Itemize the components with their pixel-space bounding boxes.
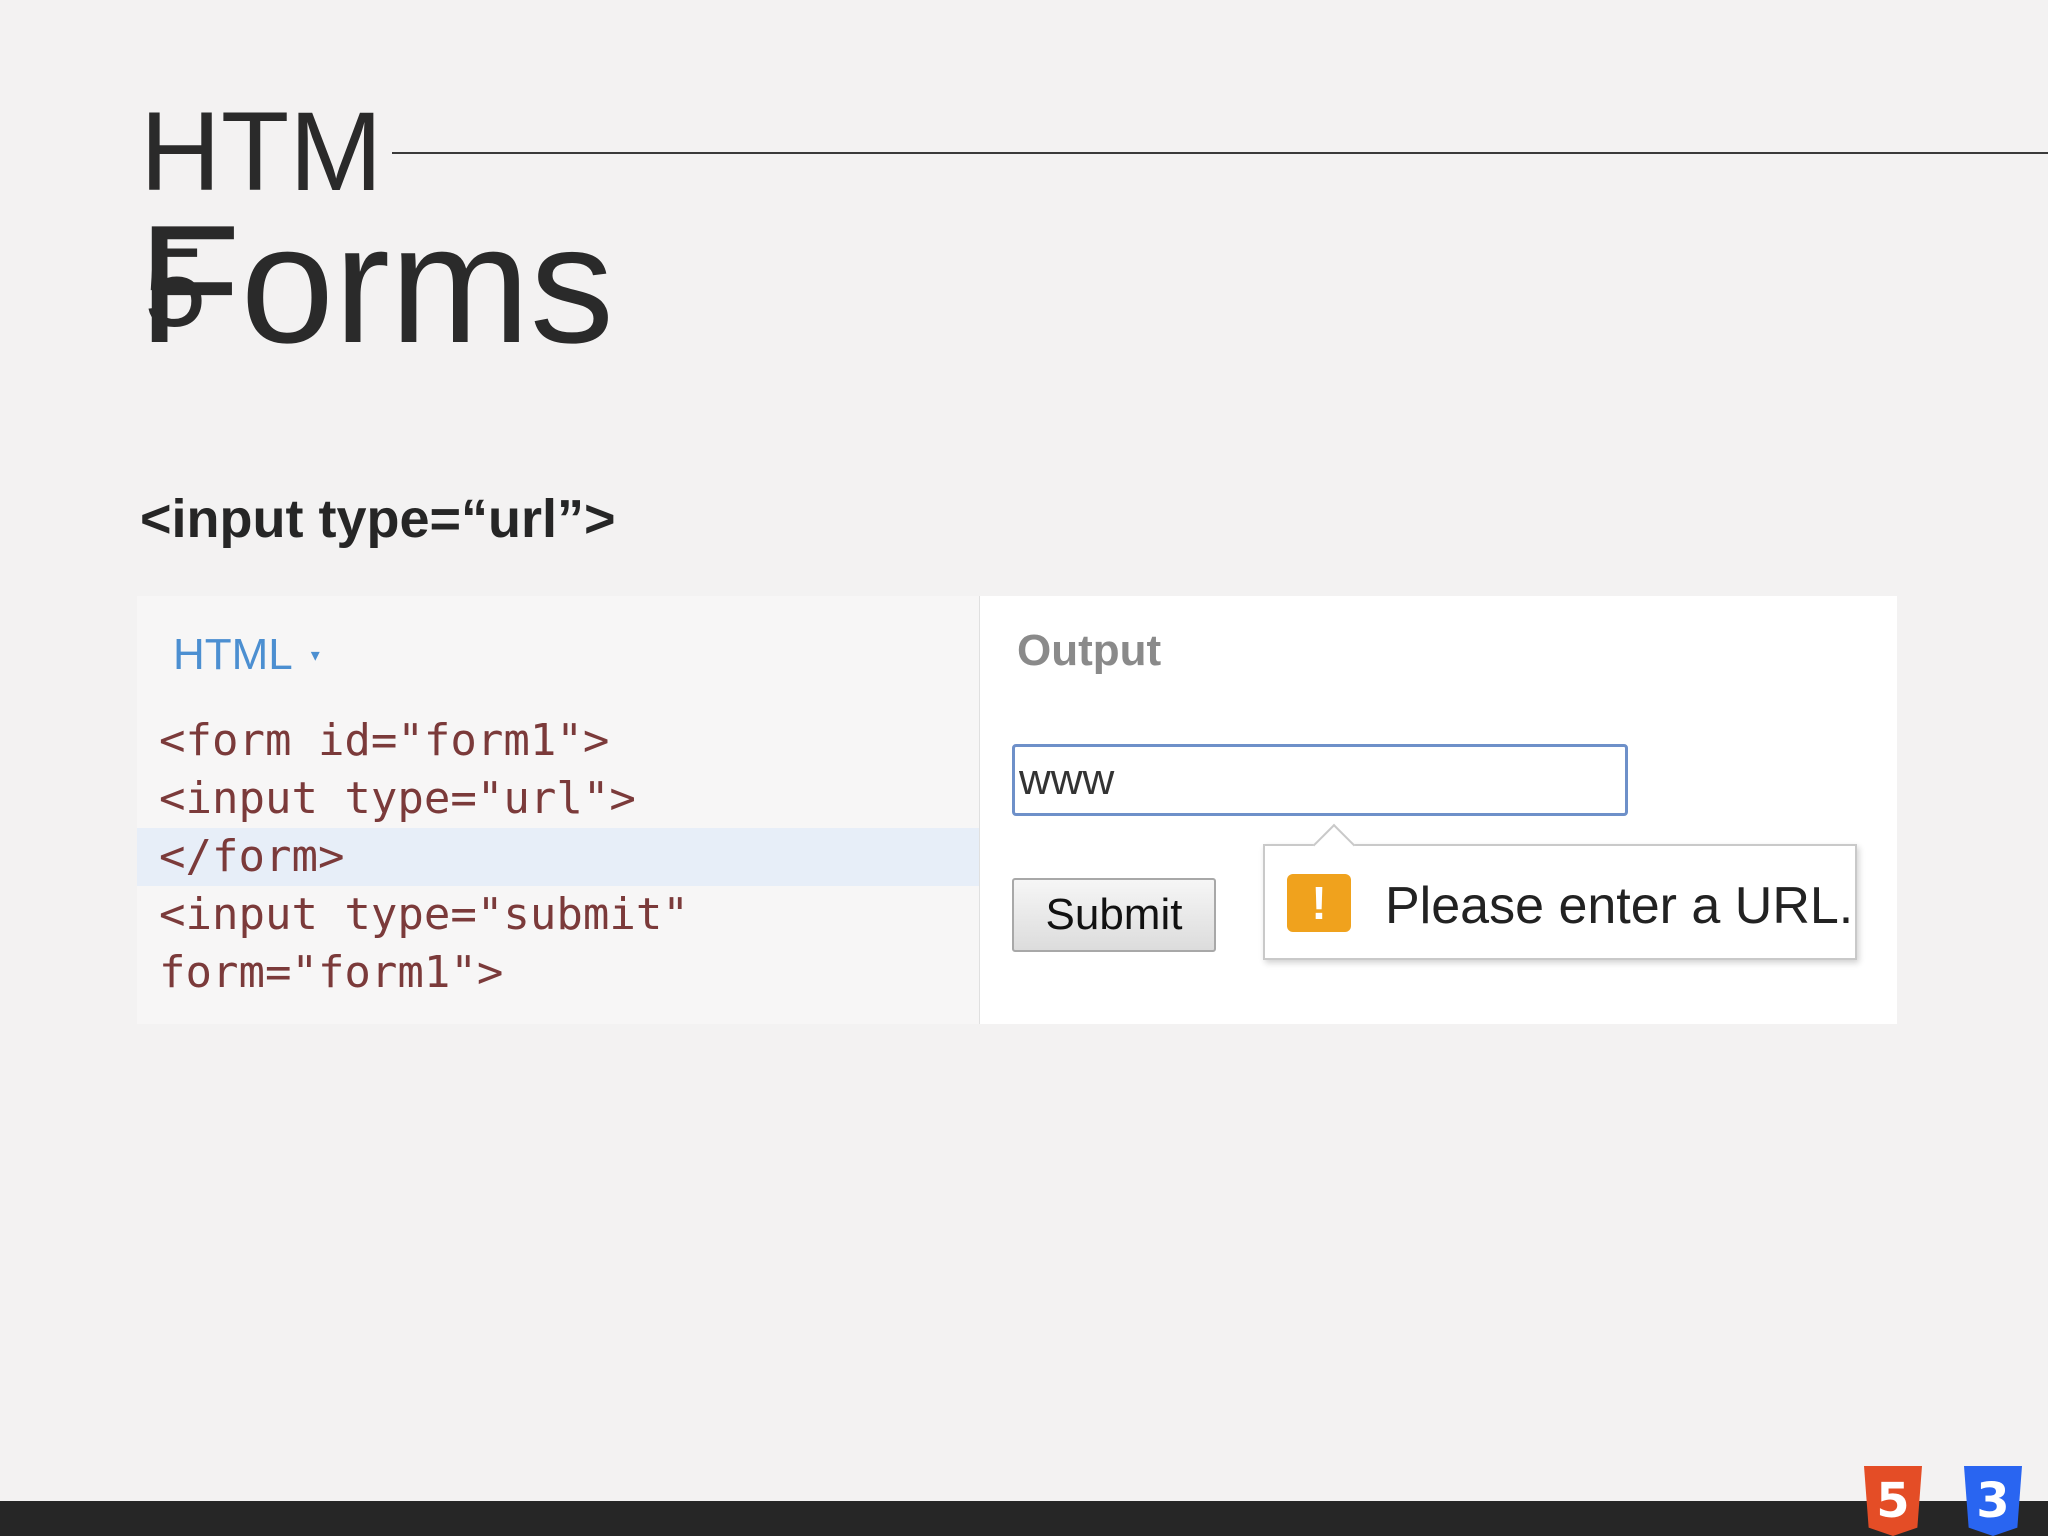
- code-line: <input type="url">: [159, 773, 636, 824]
- html-tab[interactable]: HTML ▾: [173, 630, 320, 680]
- code-pane: HTML ▾ <form id="form1"> <input type="ur…: [137, 596, 980, 1024]
- code-line: <input type="submit": [159, 889, 689, 940]
- warning-icon: !: [1287, 874, 1351, 932]
- css3-logo-icon: 3: [1964, 1466, 2022, 1536]
- submit-button[interactable]: Submit: [1012, 878, 1216, 952]
- url-input[interactable]: [1012, 744, 1628, 816]
- footer-bar: [0, 1501, 2048, 1536]
- slide-title-word: Forms: [138, 190, 614, 378]
- tooltip-tail: [1312, 823, 1356, 867]
- code-line-highlighted: </form>: [137, 828, 979, 886]
- slide-subtitle: <input type=“url”>: [140, 489, 616, 549]
- title-divider: [392, 152, 2048, 154]
- code-line: <form id="form1">: [159, 715, 610, 766]
- example-screenshot: HTML ▾ <form id="form1"> <input type="ur…: [137, 596, 1897, 1024]
- html5-logo-icon: 5: [1864, 1466, 1922, 1536]
- code-block: <form id="form1"> <input type="url"> </f…: [137, 712, 979, 1002]
- validation-message: Please enter a URL.: [1385, 877, 1854, 935]
- html-tab-label: HTML: [173, 630, 293, 679]
- code-line: form="form1">: [159, 947, 504, 998]
- validation-tooltip: ! Please enter a URL.: [1263, 823, 1857, 960]
- output-pane: Output Submit ! Please enter a URL.: [980, 596, 1897, 1024]
- dropdown-caret-icon: ▾: [310, 644, 320, 665]
- output-label: Output: [1017, 626, 1162, 675]
